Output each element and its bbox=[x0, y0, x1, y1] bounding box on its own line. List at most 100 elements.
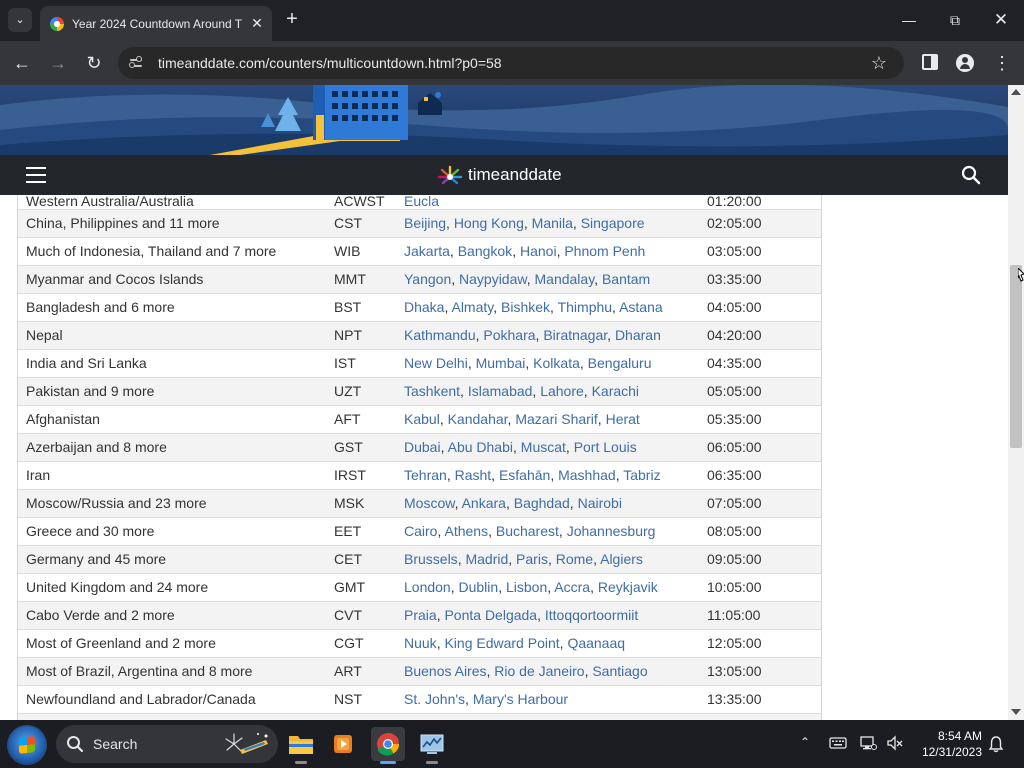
city-link[interactable]: Algiers bbox=[600, 551, 643, 567]
city-link[interactable]: Baghdad bbox=[514, 495, 570, 511]
city-link[interactable]: Tashkent bbox=[404, 383, 460, 399]
city-link[interactable]: Bantam bbox=[602, 271, 650, 287]
profile-button[interactable] bbox=[953, 51, 977, 75]
city-link[interactable]: Mashhad bbox=[558, 467, 616, 483]
tune-icon[interactable] bbox=[128, 55, 144, 71]
city-link[interactable]: Nuuk bbox=[404, 635, 437, 651]
address-bar[interactable]: timeanddate.com/counters/multicountdown.… bbox=[118, 47, 904, 79]
taskbar-media-player[interactable] bbox=[326, 727, 360, 761]
taskbar-resource-monitor[interactable] bbox=[415, 727, 449, 764]
tab-close-button[interactable]: ✕ bbox=[247, 13, 267, 33]
reload-button[interactable]: ↻ bbox=[82, 51, 106, 75]
site-logo[interactable]: timeanddate bbox=[434, 163, 594, 187]
start-button[interactable] bbox=[8, 726, 46, 764]
city-link[interactable]: Dubai bbox=[404, 439, 441, 455]
taskbar-file-explorer[interactable] bbox=[284, 727, 318, 764]
city-link[interactable]: King Edward Point bbox=[444, 635, 559, 651]
city-link[interactable]: Bengaluru bbox=[588, 355, 652, 371]
city-link[interactable]: Pokhara bbox=[483, 327, 535, 343]
city-link[interactable]: Islamabad bbox=[468, 383, 533, 399]
page-scrollbar[interactable] bbox=[1008, 85, 1024, 720]
hamburger-menu-icon[interactable] bbox=[26, 167, 46, 183]
city-link[interactable]: Madrid bbox=[465, 551, 508, 567]
city-link[interactable]: Kolkata bbox=[533, 355, 580, 371]
city-link[interactable]: Almaty bbox=[451, 299, 493, 315]
city-link[interactable]: Eucla bbox=[404, 195, 439, 209]
city-link[interactable]: Phnom Penh bbox=[564, 243, 645, 259]
window-restore-button[interactable]: ⧉ bbox=[935, 6, 975, 34]
city-link[interactable]: Kabul bbox=[404, 411, 440, 427]
city-link[interactable]: Biratnagar bbox=[543, 327, 607, 343]
city-link[interactable]: Herat bbox=[606, 411, 640, 427]
city-link[interactable]: Karachi bbox=[592, 383, 639, 399]
keyboard-icon[interactable] bbox=[829, 735, 847, 751]
city-link[interactable]: Mary's Harbour bbox=[473, 691, 568, 707]
url-text[interactable]: timeanddate.com/counters/multicountdown.… bbox=[158, 54, 502, 72]
city-link[interactable]: Qaanaaq bbox=[567, 635, 625, 651]
city-link[interactable]: Mumbai bbox=[476, 355, 526, 371]
city-link[interactable]: Bucharest bbox=[496, 523, 559, 539]
taskbar-chrome[interactable] bbox=[371, 727, 405, 764]
back-button[interactable]: ← bbox=[10, 51, 34, 75]
city-link[interactable]: Naypyidaw bbox=[459, 271, 527, 287]
city-link[interactable]: Port Louis bbox=[574, 439, 637, 455]
notification-bell-icon[interactable] bbox=[988, 735, 1004, 753]
city-link[interactable]: Hong Kong bbox=[454, 215, 524, 231]
scroll-up-arrow-icon[interactable] bbox=[1011, 89, 1021, 95]
city-link[interactable]: Thimphu bbox=[558, 299, 612, 315]
city-link[interactable]: London bbox=[404, 579, 451, 595]
city-link[interactable]: Moscow bbox=[404, 495, 455, 511]
city-link[interactable]: Accra bbox=[554, 579, 590, 595]
city-link[interactable]: Mazari Sharif bbox=[515, 411, 597, 427]
chrome-menu-button[interactable]: ⋮ bbox=[990, 51, 1014, 75]
browser-tab[interactable]: Year 2024 Countdown Around The World ✕ bbox=[40, 6, 272, 41]
city-link[interactable]: Kathmandu bbox=[404, 327, 476, 343]
city-link[interactable]: New Delhi bbox=[404, 355, 468, 371]
city-link[interactable]: St. John's bbox=[404, 691, 465, 707]
city-link[interactable]: Rio de Janeiro bbox=[494, 663, 584, 679]
bookmark-button[interactable]: ☆ bbox=[868, 52, 890, 74]
city-link[interactable]: Muscat bbox=[521, 439, 566, 455]
city-link[interactable]: Praia bbox=[404, 607, 437, 623]
city-link[interactable]: Abu Dhabi bbox=[448, 439, 513, 455]
window-close-button[interactable]: ✕ bbox=[981, 6, 1021, 34]
city-link[interactable]: Rome bbox=[556, 551, 593, 567]
taskbar-clock[interactable]: 8:54 AM 12/31/2023 bbox=[912, 728, 982, 760]
city-link[interactable]: Tehran bbox=[404, 467, 447, 483]
city-link[interactable]: Cairo bbox=[404, 523, 437, 539]
city-link[interactable]: Dhaka bbox=[404, 299, 444, 315]
window-minimize-button[interactable]: — bbox=[889, 6, 929, 34]
city-link[interactable]: Brussels bbox=[404, 551, 458, 567]
city-link[interactable]: Manila bbox=[532, 215, 573, 231]
city-link[interactable]: Lisbon bbox=[506, 579, 547, 595]
show-hidden-icons-button[interactable]: ⌃ bbox=[797, 734, 813, 750]
city-link[interactable]: Ponta Delgada bbox=[444, 607, 537, 623]
city-link[interactable]: Kandahar bbox=[448, 411, 508, 427]
scrollbar-thumb[interactable] bbox=[1010, 265, 1022, 448]
city-link[interactable]: Johannesburg bbox=[567, 523, 656, 539]
city-link[interactable]: Tabriz bbox=[623, 467, 660, 483]
city-link[interactable]: Ittoqqortoormiit bbox=[545, 607, 638, 623]
city-link[interactable]: Astana bbox=[619, 299, 663, 315]
city-link[interactable]: Jakarta bbox=[404, 243, 450, 259]
side-panel-button[interactable] bbox=[918, 51, 942, 75]
city-link[interactable]: Athens bbox=[444, 523, 488, 539]
network-icon[interactable] bbox=[859, 735, 877, 751]
forward-button[interactable]: → bbox=[46, 51, 70, 75]
city-link[interactable]: Bishkek bbox=[501, 299, 550, 315]
city-link[interactable]: Bangkok bbox=[458, 243, 512, 259]
city-link[interactable]: Reykjavik bbox=[598, 579, 658, 595]
city-link[interactable]: Singapore bbox=[581, 215, 645, 231]
volume-muted-icon[interactable] bbox=[886, 735, 904, 751]
city-link[interactable]: Ankara bbox=[462, 495, 506, 511]
city-link[interactable]: Beijing bbox=[404, 215, 446, 231]
city-link[interactable]: Hanoi bbox=[520, 243, 557, 259]
city-link[interactable]: Santiago bbox=[592, 663, 647, 679]
search-icon[interactable] bbox=[961, 165, 981, 185]
city-link[interactable]: Esfahān bbox=[499, 467, 550, 483]
city-link[interactable]: Dharan bbox=[615, 327, 661, 343]
city-link[interactable]: Nairobi bbox=[578, 495, 622, 511]
city-link[interactable]: Paris bbox=[516, 551, 548, 567]
city-link[interactable]: Mandalay bbox=[535, 271, 595, 287]
taskbar-search-box[interactable]: Search bbox=[56, 725, 278, 763]
